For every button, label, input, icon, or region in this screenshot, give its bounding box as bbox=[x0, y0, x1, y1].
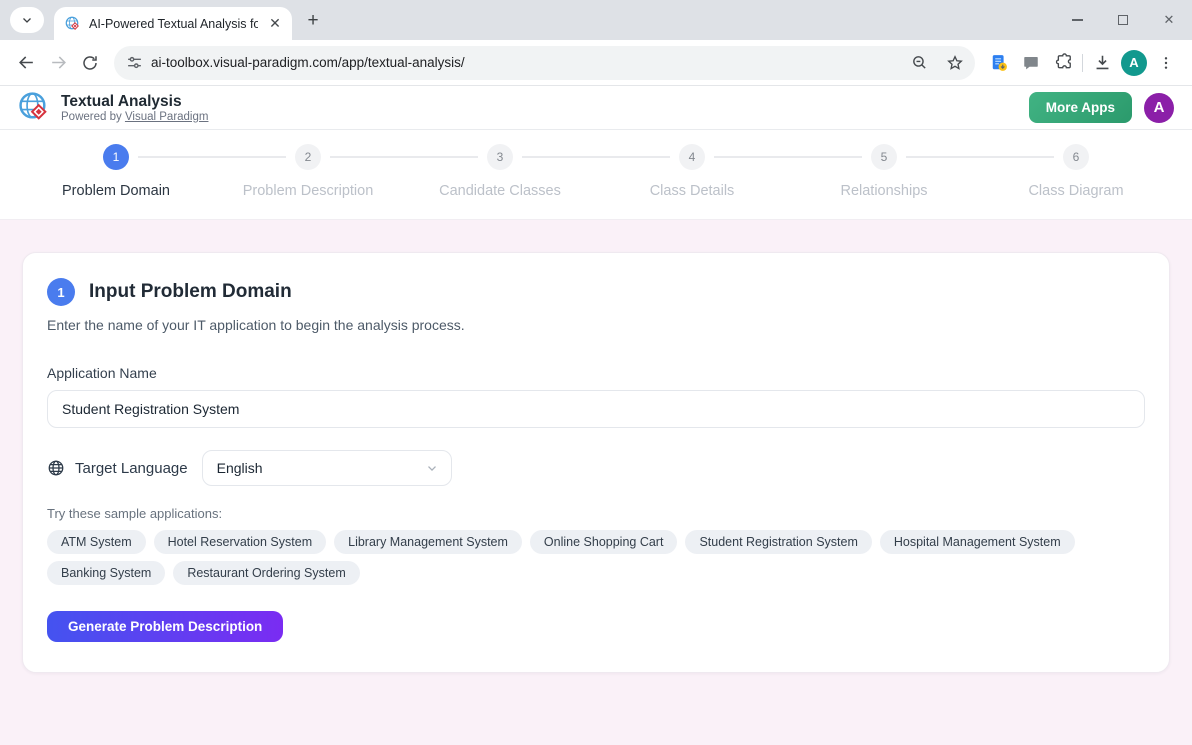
download-icon bbox=[1093, 53, 1112, 72]
step-label: Class Details bbox=[596, 183, 788, 199]
window-minimize-button[interactable] bbox=[1054, 0, 1100, 40]
extension-comment-button[interactable] bbox=[1015, 47, 1047, 79]
reload-icon bbox=[81, 54, 99, 72]
step-connector bbox=[404, 156, 478, 158]
step-connector bbox=[212, 156, 286, 158]
browser-tab-strip: AI-Powered Textual Analysis for ✕ + ✕ bbox=[0, 0, 1192, 40]
toolbar-divider bbox=[1082, 54, 1083, 72]
step-label: Relationships bbox=[788, 183, 980, 199]
app-header: Textual Analysis Powered by Visual Parad… bbox=[0, 86, 1192, 130]
step-number: 4 bbox=[679, 144, 705, 170]
extensions-button[interactable] bbox=[1047, 47, 1079, 79]
target-language-select[interactable]: English bbox=[202, 450, 452, 486]
generate-problem-description-button[interactable]: Generate Problem Description bbox=[47, 611, 283, 642]
forward-button[interactable] bbox=[42, 47, 74, 79]
zoom-indicator-button[interactable] bbox=[905, 49, 933, 77]
globe-icon bbox=[47, 459, 65, 477]
step-number: 2 bbox=[295, 144, 321, 170]
browser-menu-button[interactable] bbox=[1150, 47, 1182, 79]
sample-chip[interactable]: ATM System bbox=[47, 530, 146, 554]
forward-arrow-icon bbox=[49, 53, 68, 72]
window-maximize-button[interactable] bbox=[1100, 0, 1146, 40]
comment-icon bbox=[1022, 54, 1040, 72]
zoom-out-icon bbox=[911, 54, 928, 71]
step-connector bbox=[522, 156, 596, 158]
stepper-step-2[interactable]: 2 Problem Description bbox=[212, 144, 404, 199]
sample-chip[interactable]: Hotel Reservation System bbox=[154, 530, 327, 554]
more-apps-button[interactable]: More Apps bbox=[1029, 92, 1132, 123]
samples-caption: Try these sample applications: bbox=[47, 506, 1145, 521]
back-button[interactable] bbox=[10, 47, 42, 79]
app-logo-icon bbox=[18, 91, 51, 124]
visual-paradigm-link[interactable]: Visual Paradigm bbox=[125, 111, 209, 123]
kebab-menu-icon bbox=[1158, 55, 1174, 71]
sample-chip[interactable]: Banking System bbox=[47, 561, 165, 585]
step-badge: 1 bbox=[47, 278, 75, 306]
downloads-button[interactable] bbox=[1086, 47, 1118, 79]
step-number: 1 bbox=[103, 144, 129, 170]
browser-profile-avatar[interactable]: A bbox=[1121, 50, 1147, 76]
sample-chip[interactable]: Student Registration System bbox=[685, 530, 871, 554]
window-close-button[interactable]: ✕ bbox=[1146, 0, 1192, 40]
powered-by: Powered by Visual Paradigm bbox=[61, 111, 208, 123]
doc-download-icon bbox=[989, 53, 1009, 73]
sample-chips: ATM System Hotel Reservation System Librar… bbox=[47, 530, 1145, 585]
step-number: 5 bbox=[871, 144, 897, 170]
card-title: Input Problem Domain bbox=[89, 281, 292, 303]
stepper-step-3[interactable]: 3 Candidate Classes bbox=[404, 144, 596, 199]
step-connector bbox=[714, 156, 788, 158]
sample-chip[interactable]: Restaurant Ordering System bbox=[173, 561, 359, 585]
tab-search-button[interactable] bbox=[10, 7, 44, 33]
app-title: Textual Analysis bbox=[61, 93, 208, 111]
stepper-step-6[interactable]: 6 Class Diagram bbox=[980, 144, 1172, 199]
card-subtitle: Enter the name of your IT application to… bbox=[47, 317, 1145, 333]
site-info-icon[interactable] bbox=[126, 54, 143, 71]
tab-close-icon[interactable]: ✕ bbox=[266, 15, 284, 33]
back-arrow-icon bbox=[17, 53, 36, 72]
target-language-value: English bbox=[217, 460, 263, 476]
step-label: Candidate Classes bbox=[404, 183, 596, 199]
chevron-down-icon bbox=[21, 14, 33, 26]
step-connector bbox=[906, 156, 980, 158]
application-name-label: Application Name bbox=[47, 365, 1145, 381]
new-tab-button[interactable]: + bbox=[300, 8, 326, 34]
page-content: 1 Input Problem Domain Enter the name of… bbox=[0, 220, 1192, 745]
target-language-label: Target Language bbox=[75, 460, 188, 477]
puzzle-icon bbox=[1054, 53, 1073, 72]
sample-chip[interactable]: Library Management System bbox=[334, 530, 522, 554]
step-connector bbox=[596, 156, 670, 158]
window-controls: ✕ bbox=[1054, 0, 1192, 40]
step-label: Class Diagram bbox=[980, 183, 1172, 199]
site-favicon-icon bbox=[65, 16, 81, 32]
step-connector bbox=[330, 156, 404, 158]
url-bar[interactable]: ai-toolbox.visual-paradigm.com/app/textu… bbox=[114, 46, 975, 80]
bookmark-star-button[interactable] bbox=[941, 49, 969, 77]
app-profile-avatar[interactable]: A bbox=[1144, 93, 1174, 123]
step-connector bbox=[980, 156, 1054, 158]
sample-chip[interactable]: Online Shopping Cart bbox=[530, 530, 678, 554]
tab-title: AI-Powered Textual Analysis for bbox=[89, 17, 258, 31]
stepper: 1 Problem Domain 2 Problem Description 3 Cand… bbox=[0, 130, 1192, 220]
step-label: Problem Description bbox=[212, 183, 404, 199]
sample-chip[interactable]: Hospital Management System bbox=[880, 530, 1075, 554]
stepper-step-1[interactable]: 1 Problem Domain bbox=[20, 144, 212, 199]
browser-toolbar: ai-toolbox.visual-paradigm.com/app/textu… bbox=[0, 40, 1192, 86]
chevron-down-icon bbox=[425, 461, 439, 475]
application-name-input[interactable] bbox=[47, 390, 1145, 428]
step-connector bbox=[788, 156, 862, 158]
stepper-step-4[interactable]: 4 Class Details bbox=[596, 144, 788, 199]
url-text[interactable]: ai-toolbox.visual-paradigm.com/app/textu… bbox=[151, 55, 897, 70]
powered-by-text: Powered by bbox=[61, 111, 122, 123]
step-connector bbox=[138, 156, 212, 158]
extension-doc-download-button[interactable] bbox=[983, 47, 1015, 79]
step-number: 6 bbox=[1063, 144, 1089, 170]
star-icon bbox=[946, 54, 964, 72]
problem-domain-card: 1 Input Problem Domain Enter the name of… bbox=[22, 252, 1170, 673]
step-number: 3 bbox=[487, 144, 513, 170]
stepper-step-5[interactable]: 5 Relationships bbox=[788, 144, 980, 199]
reload-button[interactable] bbox=[74, 47, 106, 79]
step-label: Problem Domain bbox=[20, 183, 212, 199]
browser-tab[interactable]: AI-Powered Textual Analysis for ✕ bbox=[54, 7, 292, 40]
brand: Textual Analysis Powered by Visual Parad… bbox=[18, 91, 208, 124]
